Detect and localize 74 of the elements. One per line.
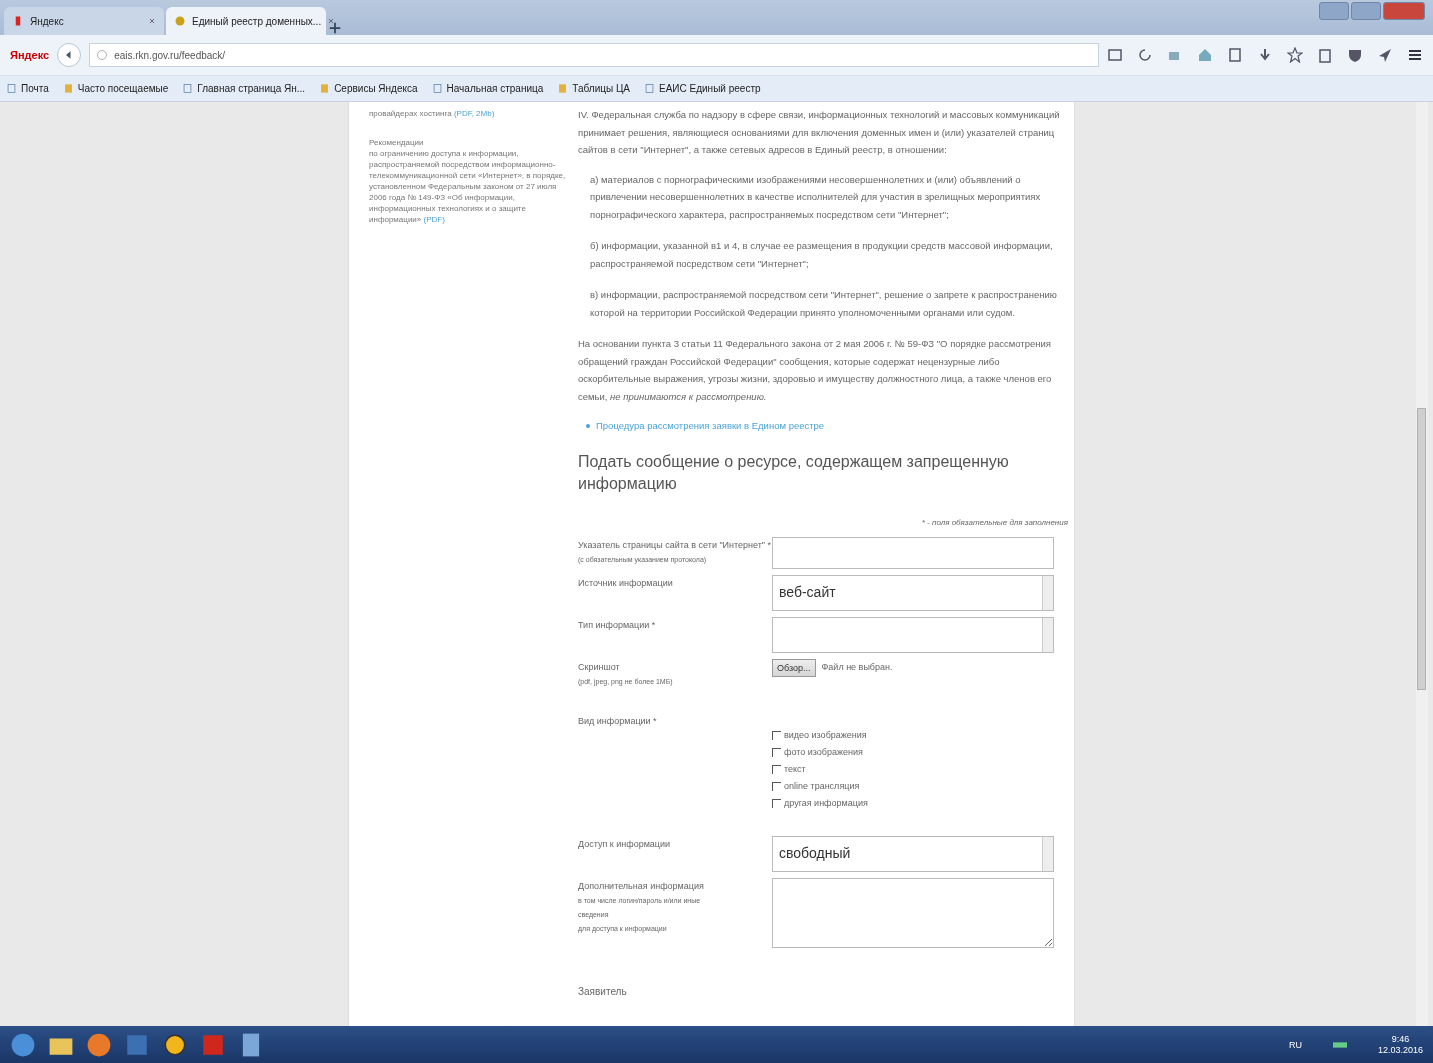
- bookmark-icon: [182, 83, 194, 94]
- bookmark-icon: [319, 83, 331, 94]
- field-label: Вид информации *: [578, 715, 657, 726]
- pdf-icon[interactable]: [200, 1032, 226, 1058]
- bookmark-item[interactable]: ЕАИС Единый реестр: [644, 83, 761, 94]
- address-bar[interactable]: eais.rkn.gov.ru/feedback/: [89, 43, 1099, 67]
- field-label: Скриншот: [578, 661, 620, 672]
- required-note: * - поля обязательные для заполнения: [920, 516, 1068, 529]
- sidebar-text: провайдерах хостинга (PDF, 2Mb): [369, 108, 496, 119]
- checkbox[interactable]: [772, 730, 781, 740]
- section-heading: Заявитель: [578, 985, 628, 999]
- scrollbar[interactable]: [1416, 102, 1428, 1026]
- star-icon[interactable]: [1287, 47, 1303, 63]
- bookmark-icon: [644, 83, 655, 94]
- back-button[interactable]: [57, 43, 82, 67]
- checkbox[interactable]: [772, 781, 781, 791]
- home-icon[interactable]: [1197, 47, 1213, 63]
- paragraph: IV. Федеральная служба по надзору в сфере связи, информационных технологий и массовых коммуникаций принимает решения, являющиеся основаниями для включения доменных имен и (или) указателей страниц сайтов в сети "Интернет", а также сетевых адресов в Единый реестр, в отношении:: [578, 108, 1061, 157]
- browser-logo[interactable]: Яндекс: [10, 49, 50, 61]
- bookmark-item[interactable]: Таблицы ЦА: [557, 83, 630, 94]
- checkbox-label: фото изображения: [784, 745, 863, 759]
- circle-app-icon[interactable]: [162, 1032, 188, 1058]
- language-indicator[interactable]: RU: [1288, 1040, 1302, 1050]
- browse-button[interactable]: Обзор...: [772, 658, 816, 677]
- info-icon: [96, 49, 109, 61]
- send-icon[interactable]: [1377, 47, 1393, 63]
- bullet-icon: [586, 423, 590, 428]
- checkbox-label: видео изображения: [784, 728, 867, 742]
- browser-icon[interactable]: [86, 1032, 112, 1058]
- sidebar-text: Рекомендации по ограничению доступа к информации, распространяемой посредством информационно-телекоммуникационной сети «Интернет», в порядке, установленном Федеральным законом от 27 июля 2006 года № 149-ФЗ «Об информации, информационных технологиях и о защите информации» (PDF): [369, 137, 567, 225]
- start-icon[interactable]: [10, 1032, 36, 1058]
- bookmark-icon: [6, 83, 17, 94]
- browser-tab[interactable]: Яндекс: [4, 7, 164, 35]
- paragraph: в) информации, распространяемой посредством сети "Интернет", решение о запрете к распространению которой на территории Российской Федерации принято уполномоченными органами или судом.: [589, 288, 1058, 320]
- bookmark-icon: [431, 83, 443, 94]
- new-tab-icon[interactable]: [328, 21, 342, 35]
- dropdown[interactable]: свободный: [772, 835, 1054, 872]
- checkbox-label: online трансляция: [784, 779, 860, 793]
- checkbox[interactable]: [772, 764, 781, 774]
- bookmark-item[interactable]: Почта: [6, 83, 49, 94]
- checkbox-label: другая информация: [784, 796, 868, 810]
- field-label: Дополнительная информация: [578, 880, 704, 891]
- clock[interactable]: 9:46 12.03.2016: [1377, 1034, 1423, 1056]
- download-icon[interactable]: [1257, 47, 1273, 63]
- shield-icon[interactable]: [1347, 47, 1363, 63]
- paragraph: а) материалов с порнографическими изображениями несовершеннолетних и (или) объявлений о привлечении несовершеннолетних в качестве исполнителей для участия в зрелищных мероприятиях порнографического характера, распространяемых посредством сети "Интернет";: [589, 172, 1042, 222]
- emblem-icon[interactable]: [174, 15, 186, 27]
- url-field[interactable]: [772, 536, 1054, 569]
- form-heading: Подать сообщение о ресурсе, содержащем запрещенную информацию: [578, 451, 1010, 494]
- screenshot-icon[interactable]: [1227, 47, 1243, 63]
- checkbox[interactable]: [772, 747, 781, 757]
- paragraph: На основании пункта 3 статьи 11 Федерального закона от 2 мая 2006 г. № 59-ФЗ "О порядке рассмотрения обращений граждан Российской Федерации" сообщения, которые содержат нецензурные либо оскорбительные выражения, угрозы жизни, здоровью и имуществу должностного лица, а также членов его семьи, не принимаются к рассмотрению.: [578, 337, 1053, 404]
- checkbox-label: текст: [784, 762, 806, 776]
- file-status: Файл не выбран.: [821, 660, 893, 674]
- checkbox[interactable]: [772, 798, 781, 808]
- field-label: Указатель страницы сайта в сети "Интернет" *: [578, 539, 772, 550]
- field-label: Источник информации: [578, 577, 673, 588]
- bookmark-item[interactable]: Главная страница Ян...: [182, 83, 306, 94]
- bookmark-item[interactable]: Часто посещаемые: [62, 83, 169, 94]
- close-icon[interactable]: [148, 17, 156, 25]
- dropdown[interactable]: веб-сайт: [772, 574, 1054, 611]
- reload-icon[interactable]: [1137, 47, 1153, 63]
- scrollbar-thumb[interactable]: [1417, 408, 1426, 690]
- paragraph: б) информации, указанной в1 и 4, в случае ее размещения в продукции средств массовой информации, распространяемой посредством сети "Интернет";: [589, 239, 1054, 271]
- bookmark-icon: [557, 83, 569, 94]
- bookmark-item[interactable]: Начальная страница: [431, 83, 544, 94]
- field-label: Доступ к информации: [578, 838, 671, 849]
- close-icon[interactable]: [327, 17, 336, 25]
- bookmark-item[interactable]: Сервисы Яндекса: [319, 83, 418, 94]
- menu-icon[interactable]: [1407, 47, 1423, 63]
- page-icon[interactable]: [1107, 47, 1123, 63]
- field-label: Тип информации *: [578, 619, 656, 630]
- clipboard-icon[interactable]: [1317, 47, 1333, 63]
- bookmark-icon: [62, 83, 74, 94]
